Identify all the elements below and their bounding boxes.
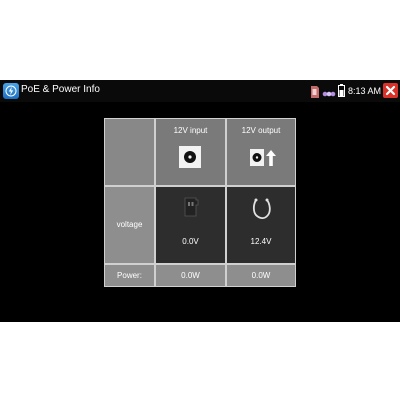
power-output-value: 0.0W bbox=[251, 271, 271, 280]
close-icon bbox=[385, 85, 396, 96]
clock: 8:13 AM bbox=[348, 86, 382, 96]
row-label-voltage: voltage bbox=[116, 220, 143, 229]
column-header-input: 12V input bbox=[173, 126, 208, 135]
column-header-output: 12V output bbox=[241, 126, 281, 135]
header-cell-output: 12V output bbox=[226, 118, 296, 186]
row-label-power: Power: bbox=[117, 271, 142, 280]
battery-icon bbox=[338, 84, 345, 102]
dc-jack-icon bbox=[179, 146, 201, 168]
voltage-input-cell: 0.0V bbox=[155, 186, 226, 264]
title-bar: PoE & Power Info 8:13 AM bbox=[0, 80, 400, 102]
row-label-cell-power: Power: bbox=[104, 264, 155, 287]
arrow-up-icon bbox=[266, 150, 276, 166]
window-title: PoE & Power Info bbox=[21, 84, 100, 95]
network-icon bbox=[322, 86, 336, 104]
close-button[interactable] bbox=[383, 83, 398, 98]
sd-card-icon bbox=[310, 85, 319, 103]
row-label-cell-voltage: voltage bbox=[104, 186, 155, 264]
dc-jack-output-icon bbox=[250, 149, 264, 166]
power-output-cell: 0.0W bbox=[226, 264, 296, 287]
voltage-input-value: 0.0V bbox=[182, 237, 199, 246]
power-input-cell: 0.0W bbox=[155, 264, 226, 287]
voltage-output-cell: 12.4V bbox=[226, 186, 296, 264]
table-corner-cell bbox=[104, 118, 155, 186]
header-cell-input: 12V input bbox=[155, 118, 226, 186]
cable-coil-icon bbox=[252, 198, 271, 220]
voltage-output-value: 12.4V bbox=[250, 237, 272, 246]
power-input-value: 0.0W bbox=[181, 271, 200, 280]
app-lightning-icon bbox=[3, 83, 19, 99]
power-plug-icon bbox=[184, 197, 199, 217]
